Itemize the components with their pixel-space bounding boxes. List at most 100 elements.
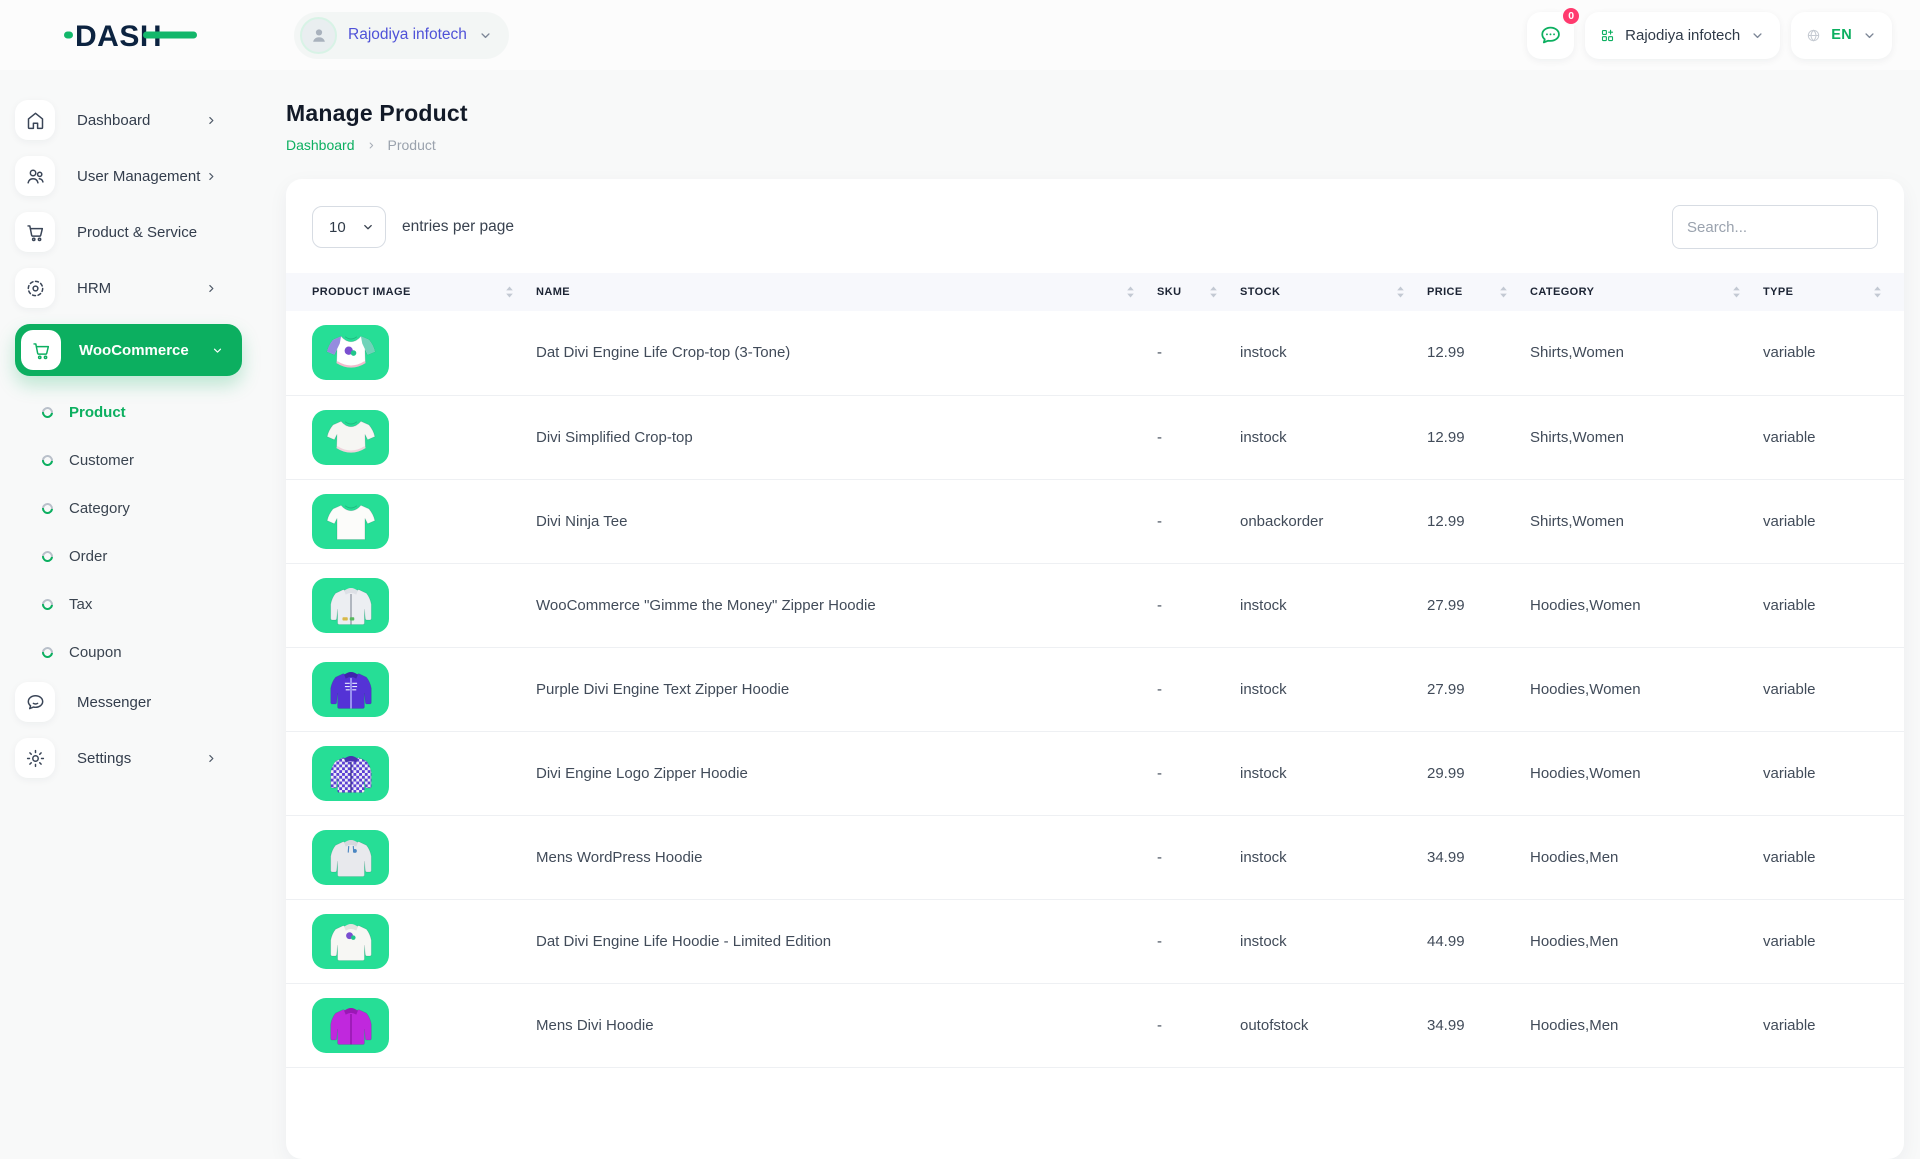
product-image: [312, 830, 389, 885]
sort-icon[interactable]: [1396, 285, 1405, 299]
sort-icon[interactable]: [1499, 285, 1508, 299]
column-header-product-image[interactable]: PRODUCT IMAGE: [286, 273, 536, 311]
product-type: variable: [1763, 395, 1904, 479]
product-table-card: 10 entries per page PRODUCT IMAGENAMESKU…: [286, 179, 1904, 1159]
product-price: 29.99: [1427, 731, 1530, 815]
table-row[interactable]: Mens WordPress Hoodie-instock34.99Hoodie…: [286, 815, 1904, 899]
product-stock: outofstock: [1240, 983, 1427, 1067]
product-stock: instock: [1240, 647, 1427, 731]
sort-icon[interactable]: [1732, 285, 1741, 299]
product-image: [312, 410, 389, 465]
search-input[interactable]: [1672, 205, 1878, 249]
product-image: [312, 494, 389, 549]
column-header-type[interactable]: TYPE: [1763, 273, 1904, 311]
table-row[interactable]: Divi Ninja Tee-onbackorder12.99Shirts,Wo…: [286, 479, 1904, 563]
product-sku: -: [1157, 731, 1240, 815]
table-row[interactable]: Dat Divi Engine Life Crop-top (3-Tone)-i…: [286, 311, 1904, 395]
sidebar-item-product-service[interactable]: Product & Service: [15, 212, 242, 252]
product-stock: instock: [1240, 395, 1427, 479]
sidebar-item-woocommerce[interactable]: WooCommerce: [15, 324, 242, 376]
workspace-switcher[interactable]: Rajodiya infotech: [294, 12, 509, 59]
column-header-name[interactable]: NAME: [536, 273, 1157, 311]
product-stock: instock: [1240, 815, 1427, 899]
product-stock: instock: [1240, 899, 1427, 983]
product-name: Divi Simplified Crop-top: [536, 395, 1157, 479]
product-sku: -: [1157, 479, 1240, 563]
table-row[interactable]: Dat Divi Engine Life Hoodie - Limited Ed…: [286, 899, 1904, 983]
company-menu-button[interactable]: Rajodiya infotech: [1585, 12, 1780, 59]
brand-logo[interactable]: DASH: [0, 15, 260, 55]
sidebar-item-user-management[interactable]: User Management: [15, 156, 242, 196]
product-category: Shirts,Women: [1530, 395, 1763, 479]
bullet-icon: [40, 500, 55, 515]
product-category: Hoodies,Men: [1530, 815, 1763, 899]
product-image: [312, 998, 389, 1053]
submenu-item-product[interactable]: Product: [42, 388, 260, 436]
cart-icon: [21, 330, 61, 370]
gear-icon: [15, 738, 55, 778]
messages-button[interactable]: 0: [1527, 12, 1574, 59]
bullet-icon: [40, 644, 55, 659]
workspace-name: Rajodiya infotech: [348, 26, 467, 44]
chevron-right-icon: [205, 170, 218, 183]
bullet-icon: [40, 452, 55, 467]
product-stock: instock: [1240, 731, 1427, 815]
garment-graphic: [325, 1002, 377, 1048]
language-selector[interactable]: EN: [1791, 12, 1892, 59]
bullet-icon: [40, 404, 55, 419]
column-header-category[interactable]: CATEGORY: [1530, 273, 1763, 311]
product-name: Purple Divi Engine Text Zipper Hoodie: [536, 647, 1157, 731]
table-toolbar: 10 entries per page: [286, 205, 1904, 249]
table-row[interactable]: WooCommerce "Gimme the Money" Zipper Hoo…: [286, 563, 1904, 647]
chevron-right-icon: [205, 114, 218, 127]
submenu-item-tax[interactable]: Tax: [42, 580, 260, 628]
product-category: Hoodies,Women: [1530, 731, 1763, 815]
submenu-item-category[interactable]: Category: [42, 484, 260, 532]
product-sku: -: [1157, 311, 1240, 395]
column-header-stock[interactable]: STOCK: [1240, 273, 1427, 311]
submenu-item-order[interactable]: Order: [42, 532, 260, 580]
product-name: Dat Divi Engine Life Crop-top (3-Tone): [536, 311, 1157, 395]
submenu-item-coupon[interactable]: Coupon: [42, 628, 260, 676]
sidebar-item-settings[interactable]: Settings: [15, 738, 242, 778]
product-type: variable: [1763, 563, 1904, 647]
messages-badge: 0: [1561, 6, 1581, 26]
table-row[interactable]: Purple Divi Engine Text Zipper Hoodie-in…: [286, 647, 1904, 731]
product-type: variable: [1763, 899, 1904, 983]
sidebar-item-dashboard[interactable]: Dashboard: [15, 100, 242, 140]
column-header-price[interactable]: PRICE: [1427, 273, 1530, 311]
entries-per-page-label: entries per page: [402, 218, 514, 236]
product-image: [312, 578, 389, 633]
table-header-row: PRODUCT IMAGENAMESKUSTOCKPRICECATEGORYTY…: [286, 273, 1904, 311]
sort-icon[interactable]: [1126, 285, 1135, 299]
product-price: 34.99: [1427, 983, 1530, 1067]
entries-per-page-select[interactable]: 10: [312, 206, 386, 248]
product-name: WooCommerce "Gimme the Money" Zipper Hoo…: [536, 563, 1157, 647]
sidebar-item-hrm[interactable]: HRM: [15, 268, 242, 308]
sort-icon[interactable]: [1873, 285, 1882, 299]
home-icon: [15, 100, 55, 140]
workspace-avatar: [300, 17, 337, 54]
main-content: Manage Product Dashboard Product 10 entr…: [260, 70, 1920, 1080]
product-name: Divi Ninja Tee: [536, 479, 1157, 563]
sort-icon[interactable]: [505, 285, 514, 299]
grid-plus-icon: [1600, 28, 1615, 43]
product-stock: instock: [1240, 563, 1427, 647]
product-category: Hoodies,Women: [1530, 563, 1763, 647]
sort-icon[interactable]: [1209, 285, 1218, 299]
product-type: variable: [1763, 647, 1904, 731]
product-sku: -: [1157, 899, 1240, 983]
chevron-down-icon: [478, 28, 493, 43]
table-row[interactable]: Mens Divi Hoodie-outofstock34.99Hoodies,…: [286, 983, 1904, 1067]
garment-graphic: [322, 415, 380, 460]
product-image: [312, 662, 389, 717]
table-row[interactable]: Divi Simplified Crop-top-instock12.99Shi…: [286, 395, 1904, 479]
product-price: 27.99: [1427, 563, 1530, 647]
product-sku: -: [1157, 647, 1240, 731]
sidebar-item-messenger[interactable]: Messenger: [15, 682, 242, 722]
submenu-item-customer[interactable]: Customer: [42, 436, 260, 484]
product-image: [312, 914, 389, 969]
column-header-sku[interactable]: SKU: [1157, 273, 1240, 311]
breadcrumb-dashboard-link[interactable]: Dashboard: [286, 137, 355, 153]
table-row[interactable]: Divi Engine Logo Zipper Hoodie-instock29…: [286, 731, 1904, 815]
